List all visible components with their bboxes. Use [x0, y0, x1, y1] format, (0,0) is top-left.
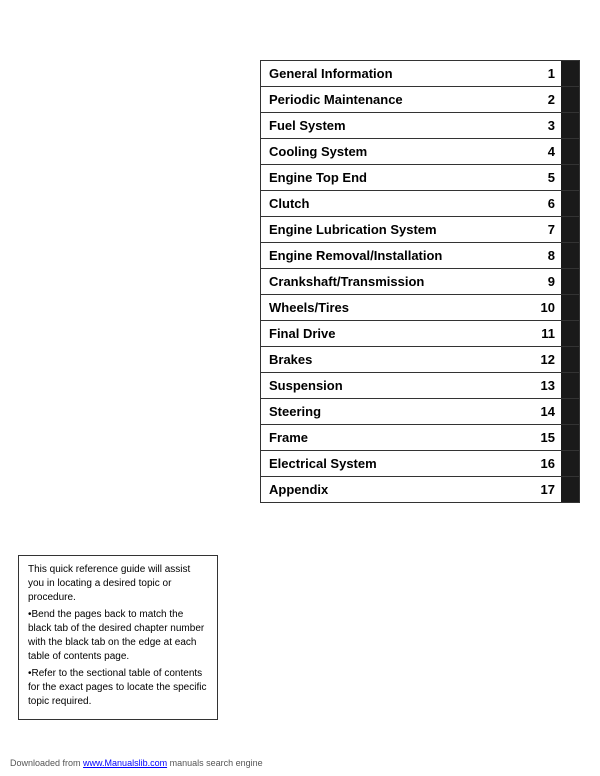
- toc-number: 8: [529, 248, 561, 263]
- toc-label: Final Drive: [261, 321, 529, 346]
- toc-tab: [561, 347, 579, 372]
- toc-row[interactable]: Engine Top End5: [260, 164, 580, 190]
- footer-link[interactable]: www.Manualslib.com: [83, 758, 167, 768]
- toc-container: General Information1Periodic Maintenance…: [260, 60, 580, 503]
- toc-tab: [561, 425, 579, 450]
- toc-number: 6: [529, 196, 561, 211]
- toc-tab: [561, 477, 579, 502]
- toc-tab: [561, 165, 579, 190]
- toc-label: Clutch: [261, 191, 529, 216]
- toc-label: Appendix: [261, 477, 529, 502]
- toc-row[interactable]: Cooling System4: [260, 138, 580, 164]
- toc-tab: [561, 191, 579, 216]
- toc-row[interactable]: Final Drive11: [260, 320, 580, 346]
- toc-row[interactable]: Brakes12: [260, 346, 580, 372]
- toc-number: 5: [529, 170, 561, 185]
- toc-tab: [561, 295, 579, 320]
- toc-number: 4: [529, 144, 561, 159]
- toc-label: Suspension: [261, 373, 529, 398]
- toc-label: Engine Removal/Installation: [261, 243, 529, 268]
- toc-number: 2: [529, 92, 561, 107]
- toc-label: Frame: [261, 425, 529, 450]
- toc-tab: [561, 61, 579, 86]
- toc-tab: [561, 243, 579, 268]
- toc-row[interactable]: Wheels/Tires10: [260, 294, 580, 320]
- toc-number: 1: [529, 66, 561, 81]
- toc-label: General Information: [261, 61, 529, 86]
- toc-label: Wheels/Tires: [261, 295, 529, 320]
- toc-number: 15: [529, 430, 561, 445]
- toc-tab: [561, 321, 579, 346]
- toc-tab: [561, 451, 579, 476]
- toc-tab: [561, 113, 579, 138]
- toc-tab: [561, 269, 579, 294]
- toc-label: Engine Top End: [261, 165, 529, 190]
- toc-number: 7: [529, 222, 561, 237]
- toc-number: 17: [529, 482, 561, 497]
- toc-row[interactable]: Electrical System16: [260, 450, 580, 476]
- toc-label: Engine Lubrication System: [261, 217, 529, 242]
- toc-number: 10: [529, 300, 561, 315]
- toc-tab: [561, 139, 579, 164]
- toc-row[interactable]: Crankshaft/Transmission9: [260, 268, 580, 294]
- toc-label: Steering: [261, 399, 529, 424]
- toc-tab: [561, 217, 579, 242]
- toc-label: Electrical System: [261, 451, 529, 476]
- toc-row[interactable]: Engine Lubrication System7: [260, 216, 580, 242]
- toc-tab: [561, 399, 579, 424]
- toc-row[interactable]: Periodic Maintenance2: [260, 86, 580, 112]
- toc-number: 14: [529, 404, 561, 419]
- page-title: [0, 0, 600, 50]
- toc-label: Fuel System: [261, 113, 529, 138]
- toc-row[interactable]: Clutch6: [260, 190, 580, 216]
- toc-label: Crankshaft/Transmission: [261, 269, 529, 294]
- toc-number: 9: [529, 274, 561, 289]
- toc-row[interactable]: Appendix17: [260, 476, 580, 503]
- toc-tab: [561, 373, 579, 398]
- toc-number: 3: [529, 118, 561, 133]
- toc-number: 12: [529, 352, 561, 367]
- toc-row[interactable]: Engine Removal/Installation8: [260, 242, 580, 268]
- toc-label: Cooling System: [261, 139, 529, 164]
- toc-number: 16: [529, 456, 561, 471]
- toc-number: 13: [529, 378, 561, 393]
- toc-label: Periodic Maintenance: [261, 87, 529, 112]
- toc-tab: [561, 87, 579, 112]
- toc-row[interactable]: Frame15: [260, 424, 580, 450]
- toc-row[interactable]: Fuel System3: [260, 112, 580, 138]
- toc-row[interactable]: Suspension13: [260, 372, 580, 398]
- toc-label: Brakes: [261, 347, 529, 372]
- toc-row[interactable]: Steering14: [260, 398, 580, 424]
- footer: Downloaded from www.Manualslib.com manua…: [10, 758, 263, 768]
- toc-row[interactable]: General Information1: [260, 60, 580, 86]
- footer-prefix: Downloaded from: [10, 758, 83, 768]
- info-box: This quick reference guide will assist y…: [18, 555, 218, 720]
- footer-suffix: manuals search engine: [167, 758, 263, 768]
- toc-number: 11: [529, 326, 561, 341]
